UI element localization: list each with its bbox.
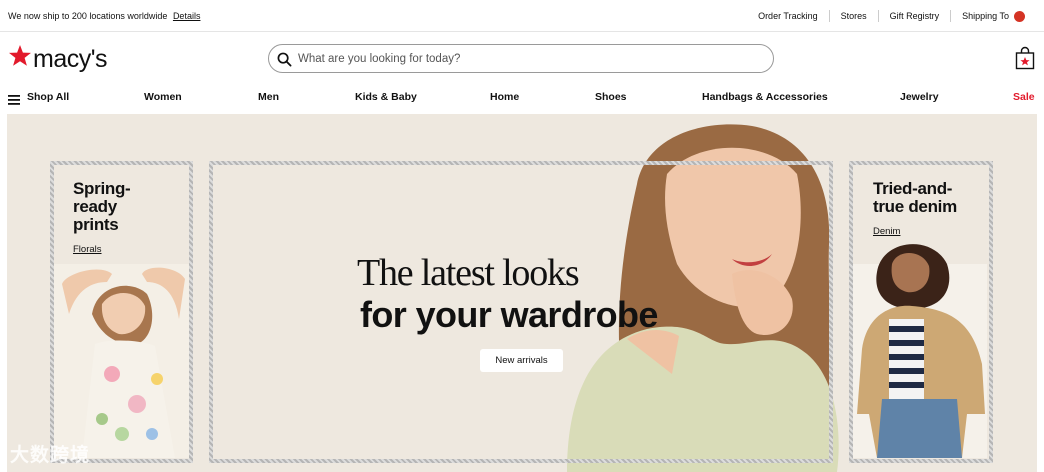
shipping-to-link[interactable]: Shipping To — [950, 10, 1036, 23]
main-nav: Shop All Women Men Kids & Baby Home Shoe… — [0, 84, 1044, 110]
hero-banner[interactable]: Spring- ready prints Florals The latest … — [7, 114, 1037, 472]
left-promo-title: Spring- ready prints — [73, 179, 131, 234]
hero-subheadline: for your wardrobe — [360, 294, 658, 335]
hero-headline: The latest looks — [357, 252, 580, 294]
nav-home[interactable]: Home — [490, 91, 519, 103]
nav-shop-all[interactable]: Shop All — [27, 91, 69, 103]
shipping-to-label: Shipping To — [962, 11, 1009, 21]
gift-registry-link[interactable]: Gift Registry — [877, 10, 951, 23]
nav-men[interactable]: Men — [258, 91, 279, 103]
right-promo-title: Tried-and- true denim — [873, 179, 957, 216]
florals-link[interactable]: Florals — [73, 244, 102, 255]
order-tracking-link[interactable]: Order Tracking — [747, 10, 829, 22]
macys-logo[interactable]: macy's — [8, 43, 112, 73]
promo-text: We now ship to 200 locations worldwide — [8, 11, 168, 21]
utility-bar: We now ship to 200 locations worldwide D… — [0, 0, 1044, 32]
shopping-bag-icon[interactable] — [1015, 46, 1035, 70]
watermark: 大数跨境 — [10, 445, 91, 466]
new-arrivals-button[interactable]: New arrivals — [480, 349, 563, 372]
stores-link[interactable]: Stores — [828, 10, 878, 23]
search-input[interactable] — [298, 50, 758, 68]
nav-women[interactable]: Women — [144, 91, 182, 103]
logo-wordmark: macy's — [33, 45, 108, 73]
utility-links: Order Tracking Stores Gift Registry Ship… — [747, 10, 1036, 23]
promo-details-link[interactable]: Details — [173, 11, 201, 21]
nav-kids-baby[interactable]: Kids & Baby — [355, 91, 417, 103]
menu-icon[interactable] — [8, 92, 20, 110]
nav-shoes[interactable]: Shoes — [595, 91, 627, 103]
denim-link[interactable]: Denim — [873, 226, 900, 237]
search-icon[interactable] — [277, 52, 292, 67]
flag-icon — [1014, 11, 1025, 23]
nav-handbags-accessories[interactable]: Handbags & Accessories — [702, 91, 828, 103]
promo-banner: We now ship to 200 locations worldwide D… — [8, 11, 200, 21]
nav-jewelry[interactable]: Jewelry — [900, 91, 939, 103]
star-icon — [9, 45, 31, 66]
nav-sale[interactable]: Sale — [1013, 91, 1035, 103]
search-bar[interactable] — [268, 44, 774, 73]
